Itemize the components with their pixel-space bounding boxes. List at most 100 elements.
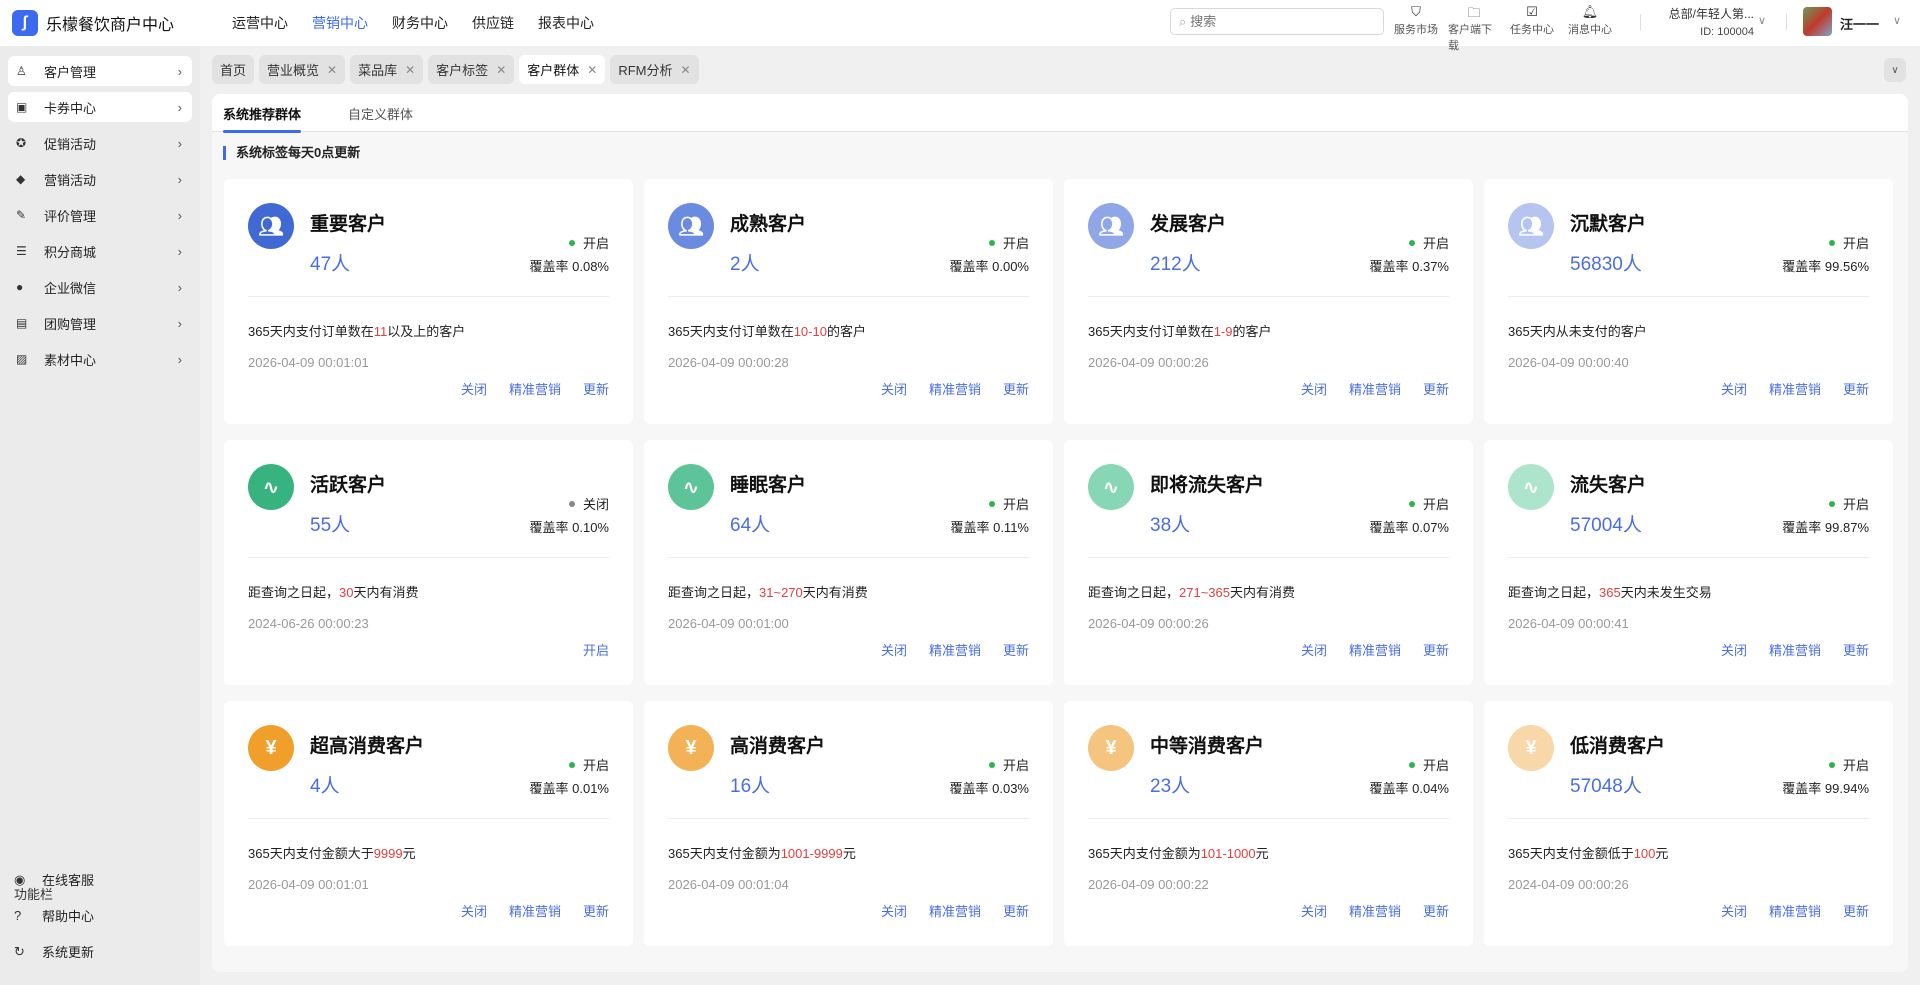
tab-custom-groups[interactable]: 自定义群体 <box>348 104 413 123</box>
precise-marketing-button[interactable]: 精准营销 <box>1349 901 1401 920</box>
function-item[interactable]: ? 帮助中心 <box>14 906 94 925</box>
close-icon[interactable]: ✕ <box>587 63 597 77</box>
group-count[interactable]: 57004人 <box>1570 510 1642 537</box>
precise-marketing-button[interactable]: 精准营销 <box>1769 379 1821 398</box>
update-button[interactable]: 更新 <box>1843 901 1869 920</box>
update-button[interactable]: 更新 <box>1003 640 1029 659</box>
message-center-button[interactable]: 🔔︎ 消息中心 <box>1564 4 1616 53</box>
update-button[interactable]: 更新 <box>1423 640 1449 659</box>
group-count[interactable]: 57048人 <box>1570 771 1642 798</box>
description-text: 元 <box>842 846 856 861</box>
search-box[interactable]: ⌕ <box>1170 8 1384 35</box>
sidebar-item[interactable]: ✪ 促销活动 › <box>8 128 192 158</box>
group-count[interactable]: 56830人 <box>1570 249 1642 276</box>
close-button[interactable]: 关闭 <box>1301 379 1327 398</box>
tab-system-groups[interactable]: 系统推荐群体 <box>223 104 302 133</box>
close-button[interactable]: 关闭 <box>1721 379 1747 398</box>
topnav-reports[interactable]: 报表中心 <box>538 13 594 33</box>
sidebar-item[interactable]: ● 企业微信 › <box>8 272 192 302</box>
page-tab[interactable]: 客户标签 ✕ <box>428 55 515 84</box>
precise-marketing-button[interactable]: 精准营销 <box>929 640 981 659</box>
group-description: 距查询之日起，31~270天内有消费 <box>668 582 868 601</box>
close-icon[interactable]: ✕ <box>405 63 415 77</box>
chevron-down-icon[interactable]: ∨ <box>1758 14 1766 27</box>
group-card: ∿ 活跃客户 55人 关闭 覆盖率 0.10% 距查询之日起，30天内有消费 2024-06… <box>224 440 633 685</box>
update-button[interactable]: 更新 <box>583 901 609 920</box>
coverage-value: 99.87% <box>1824 520 1869 535</box>
group-count[interactable]: 16人 <box>730 771 770 798</box>
close-icon[interactable]: ✕ <box>327 63 337 77</box>
topnav-operations[interactable]: 运营中心 <box>232 13 288 33</box>
page-tab[interactable]: 首页 <box>212 55 255 84</box>
search-input[interactable] <box>1190 14 1361 29</box>
page-tab[interactable]: RFM分析 ✕ <box>610 55 699 84</box>
update-button[interactable]: 更新 <box>1843 379 1869 398</box>
update-button[interactable]: 更新 <box>1003 379 1029 398</box>
topnav-finance[interactable]: 财务中心 <box>392 13 448 33</box>
close-button[interactable]: 关闭 <box>881 640 907 659</box>
group-count[interactable]: 2人 <box>730 249 760 276</box>
update-time: 2026-04-09 00:00:26 <box>1088 616 1209 631</box>
close-button[interactable]: 关闭 <box>881 379 907 398</box>
sidebar-item[interactable]: ▤ 团购管理 › <box>8 308 192 338</box>
function-item[interactable]: ↻ 系统更新 <box>14 942 94 961</box>
page-tab[interactable]: 客户群体 ✕ <box>519 55 606 84</box>
function-item[interactable]: ◉ 在线客服 <box>14 870 94 889</box>
avatar[interactable] <box>1803 7 1832 36</box>
status-label: 开启 <box>1422 758 1449 773</box>
update-button[interactable]: 更新 <box>1003 901 1029 920</box>
tabs-more-button[interactable]: ∨ <box>1884 58 1906 82</box>
update-button[interactable]: 更新 <box>1423 379 1449 398</box>
sidebar-item[interactable]: ▣ 卡券中心 › <box>8 92 192 122</box>
update-button[interactable]: 更新 <box>1423 901 1449 920</box>
close-icon[interactable]: ✕ <box>496 63 506 77</box>
close-button[interactable]: 关闭 <box>1301 640 1327 659</box>
group-description: 365天内支付订单数在1-9的客户 <box>1088 321 1272 340</box>
service-market-button[interactable]: ⛉ 服务市场 <box>1390 4 1442 53</box>
close-button[interactable]: 关闭 <box>1301 901 1327 920</box>
close-button[interactable]: 关闭 <box>461 901 487 920</box>
topnav-marketing[interactable]: 营销中心 <box>312 13 368 33</box>
group-count[interactable]: 64人 <box>730 510 770 537</box>
close-button[interactable]: 关闭 <box>1721 640 1747 659</box>
org-selector[interactable]: 总部/年轻人第... ID: 100004 <box>1650 5 1754 38</box>
page-tab[interactable]: 菜品库 ✕ <box>350 55 424 84</box>
update-button[interactable]: 更新 <box>583 379 609 398</box>
precise-marketing-button[interactable]: 精准营销 <box>929 901 981 920</box>
precise-marketing-button[interactable]: 精准营销 <box>509 901 561 920</box>
update-button[interactable]: 更新 <box>1843 640 1869 659</box>
precise-marketing-button[interactable]: 精准营销 <box>929 379 981 398</box>
group-title: 中等消费客户 <box>1150 736 1265 757</box>
coverage-value: 0.10% <box>572 520 609 535</box>
enable-button[interactable]: 开启 <box>583 640 609 659</box>
group-count[interactable]: 55人 <box>310 510 350 537</box>
precise-marketing-button[interactable]: 精准营销 <box>1349 640 1401 659</box>
group-status: 开启 <box>568 233 609 252</box>
description-text: 365天内支付金额为 <box>668 846 781 861</box>
group-count[interactable]: 212人 <box>1150 249 1201 276</box>
group-count[interactable]: 38人 <box>1150 510 1190 537</box>
group-count[interactable]: 4人 <box>310 771 340 798</box>
close-button[interactable]: 关闭 <box>461 379 487 398</box>
sidebar-item[interactable]: ◆ 营销活动 › <box>8 164 192 194</box>
task-center-button[interactable]: ☑ 任务中心 <box>1506 4 1558 53</box>
sidebar-item[interactable]: ✎ 评价管理 › <box>8 200 192 230</box>
app-logo[interactable]: ∫ 乐檬餐饮商户中心 <box>12 10 212 36</box>
chevron-down-icon[interactable]: ∨ <box>1893 14 1901 27</box>
close-button[interactable]: 关闭 <box>881 901 907 920</box>
page-tab[interactable]: 营业概览 ✕ <box>259 55 346 84</box>
precise-marketing-button[interactable]: 精准营销 <box>1769 640 1821 659</box>
group-count[interactable]: 47人 <box>310 249 350 276</box>
close-button[interactable]: 关闭 <box>1721 901 1747 920</box>
user-name[interactable]: 汪一一 <box>1840 14 1879 33</box>
precise-marketing-button[interactable]: 精准营销 <box>1769 901 1821 920</box>
sidebar-item[interactable]: ♙ 客户管理 › <box>8 56 192 86</box>
close-icon[interactable]: ✕ <box>681 63 691 77</box>
group-count[interactable]: 23人 <box>1150 771 1190 798</box>
precise-marketing-button[interactable]: 精准营销 <box>1349 379 1401 398</box>
precise-marketing-button[interactable]: 精准营销 <box>509 379 561 398</box>
topnav-supply-chain[interactable]: 供应链 <box>472 13 514 33</box>
sidebar-item[interactable]: ☰ 积分商城 › <box>8 236 192 266</box>
client-download-button[interactable]: 🗀 客户端下载 <box>1448 4 1500 53</box>
sidebar-item[interactable]: ▨ 素材中心 › <box>8 344 192 374</box>
